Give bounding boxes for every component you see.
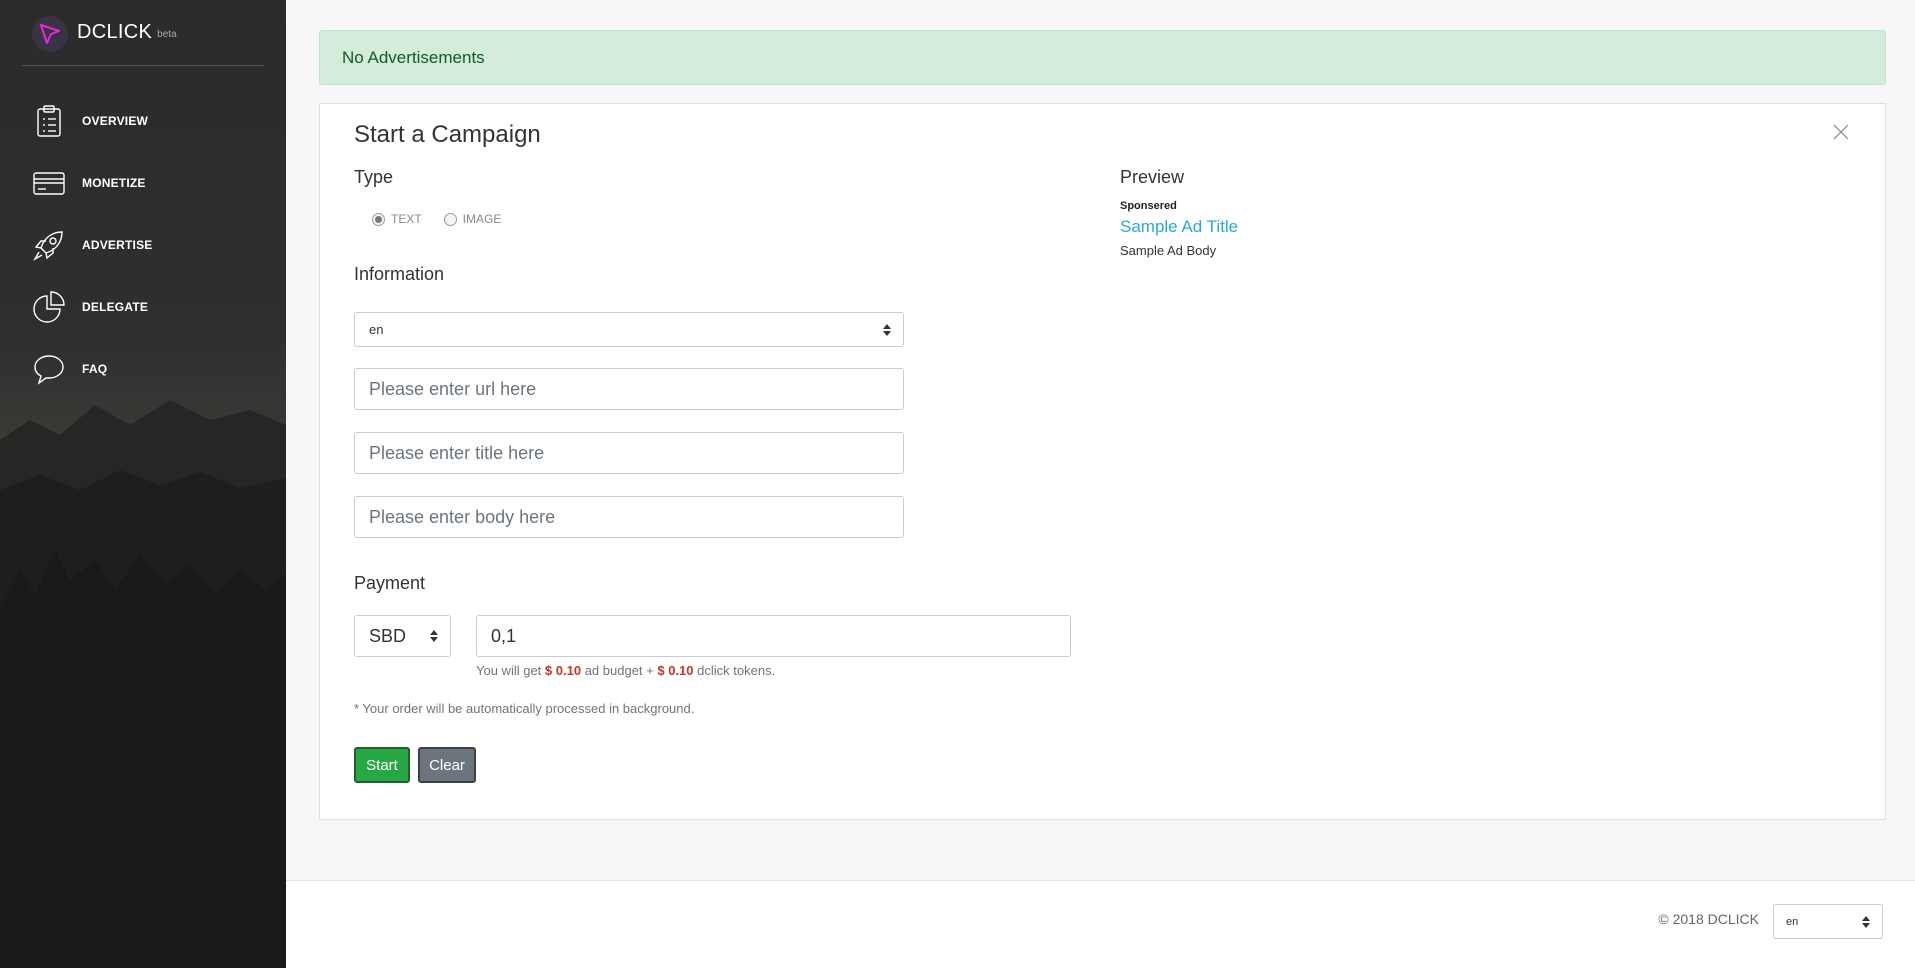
title-input[interactable] [354,432,904,474]
sidebar-item-monetize[interactable]: MONETIZE [0,152,286,214]
start-button[interactable]: Start [354,747,410,783]
hint-middle: ad budget + [584,663,654,678]
type-radio-text[interactable]: TEXT [372,212,422,226]
sidebar-item-label: ADVERTISE [82,238,153,252]
sidebar-item-overview[interactable]: OVERVIEW [0,90,286,152]
sponsored-label: Sponsered [1120,200,1177,212]
type-radio-image[interactable]: IMAGE [443,212,502,226]
radio-label: TEXT [391,212,422,226]
ad-budget-amount: $ 0.10 [544,663,582,678]
ad-body-text: Sample Ad Body [1120,243,1217,258]
ad-title-link[interactable]: Sample Ad Title [1120,217,1238,237]
budget-hint: You will get $ 0.10 ad budget + $ 0.10 d… [476,663,775,678]
radio-checked-icon [372,212,385,226]
rocket-icon [33,231,63,261]
sidebar-item-delegate[interactable]: DELEGATE [0,276,286,338]
url-input[interactable] [354,368,904,410]
brand[interactable]: DCLICK beta [22,12,264,66]
body-input[interactable] [354,496,904,538]
chat-bubble-icon [34,355,64,385]
payment-section-title: Payment [354,573,426,593]
currency-select-value: SBD [369,625,407,646]
footer-language-value: en [1786,915,1799,928]
close-icon[interactable] [1831,122,1851,142]
processing-note: * Your order will be automatically proce… [354,701,695,716]
hint-prefix: You will get [476,663,542,678]
mountain-background-image [0,400,286,968]
status-alert: No Advertisements [319,30,1886,85]
sidebar: DCLICK beta OVERVIEW MONETIZE ADVERTISE … [0,0,286,968]
sidebar-item-label: MONETIZE [82,176,146,190]
hint-suffix: dclick tokens. [697,663,776,678]
sidebar-item-label: DELEGATE [82,300,149,314]
sidebar-item-advertise[interactable]: ADVERTISE [0,214,286,276]
amount-input[interactable] [476,615,1071,657]
language-select-value: en [369,322,384,337]
type-section-title: Type [354,167,394,187]
language-select[interactable]: en [354,312,904,347]
radio-label: IMAGE [462,212,502,226]
preview-title: Preview [1120,167,1185,187]
type-radio-group: TEXT IMAGE [372,212,523,226]
card-icon [33,172,65,195]
sidebar-nav: OVERVIEW MONETIZE ADVERTISE DELEGATE FAQ [0,90,286,400]
footer-language-select[interactable]: en [1773,904,1883,939]
select-arrows-icon [1862,915,1870,928]
token-amount: $ 0.10 [657,663,694,678]
pie-chart-icon [33,291,65,323]
footer: © 2018 DCLICK en [286,880,1915,968]
dclick-logo-icon [32,16,68,52]
clear-button[interactable]: Clear [418,747,476,783]
select-arrows-icon [883,323,891,336]
currency-select[interactable]: SBD [354,615,451,657]
information-section-title: Information [354,264,445,284]
brand-name: DCLICK [77,21,153,43]
clipboard-icon [37,105,61,137]
sidebar-item-faq[interactable]: FAQ [0,338,286,400]
page-title: Start a Campaign [354,121,541,148]
radio-unchecked-icon [443,212,457,226]
sidebar-item-label: FAQ [82,362,108,376]
campaign-card: Start a Campaign Type TEXT IMAGE Informa… [319,103,1886,820]
select-arrows-icon [430,630,438,642]
sidebar-item-label: OVERVIEW [82,114,149,128]
copyright-text: © 2018 DCLICK [1658,911,1759,927]
beta-badge: beta [157,29,177,40]
